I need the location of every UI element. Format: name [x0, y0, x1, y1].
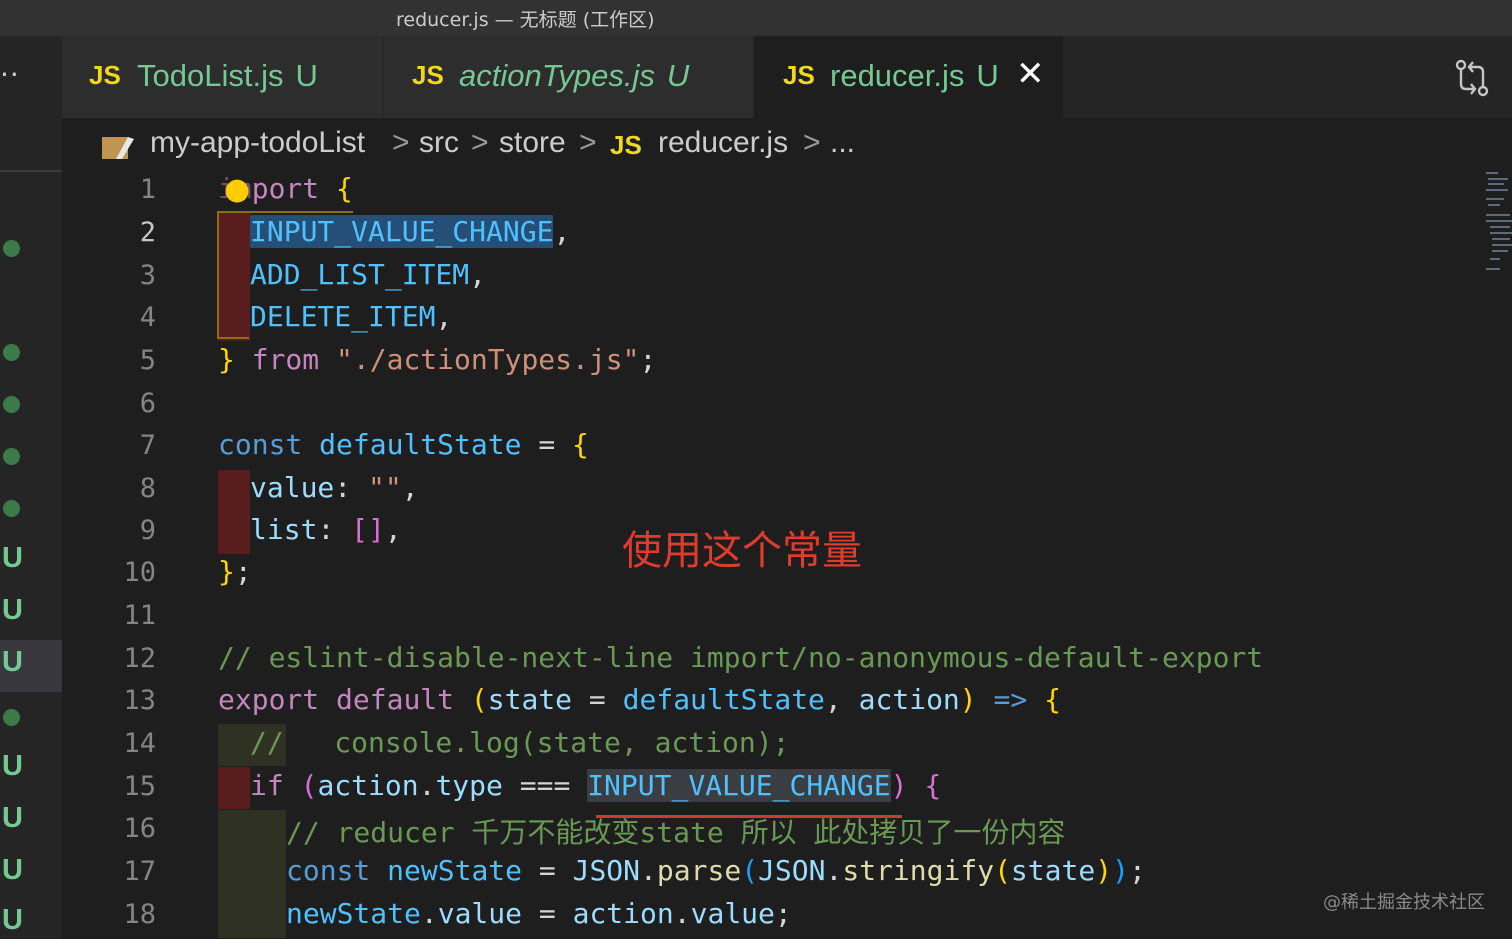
line-number: 12: [123, 643, 156, 674]
window-title: reducer.js — 无标题 (工作区): [396, 9, 655, 31]
modified-dot-icon: [3, 344, 20, 361]
modified-dot-icon: [3, 240, 20, 257]
code-line[interactable]: newState.value = action.value;: [286, 897, 792, 939]
code-line[interactable]: // console.log(state, action);: [250, 726, 789, 768]
close-icon[interactable]: ✕: [1016, 54, 1045, 94]
tab-label: reducer.js: [830, 58, 965, 93]
untracked-badge: U: [295, 58, 318, 93]
modified-dot-icon: [3, 448, 20, 465]
title-bar: reducer.js — 无标题 (工作区): [0, 0, 1512, 36]
folder-icon: [102, 137, 134, 159]
chevron-right-icon: >: [579, 126, 597, 159]
untracked-badge: U: [2, 646, 23, 678]
breadcrumb-item[interactable]: store: [499, 126, 566, 160]
untracked-badge: U: [2, 904, 23, 936]
divider: [0, 170, 62, 172]
js-file-icon: JS: [610, 130, 642, 160]
js-file-icon: JS: [89, 60, 121, 90]
untracked-badge: U: [2, 854, 23, 886]
diff-bar: [218, 767, 250, 809]
explorer-status-strip: U U U U U U U: [0, 118, 62, 938]
code-line[interactable]: const newState = JSON.parse(JSON.stringi…: [286, 854, 1146, 896]
untracked-badge: U: [2, 802, 23, 834]
chevron-right-icon: >: [803, 126, 821, 159]
line-number: 16: [123, 813, 156, 844]
chevron-right-icon: >: [471, 126, 489, 159]
untracked-badge: U: [666, 58, 690, 93]
annotation-text: 使用这个常量: [622, 528, 862, 574]
modified-dot-icon: [3, 396, 20, 413]
tab-actiontypes[interactable]: JS actionTypes.js U: [384, 36, 754, 118]
tab-reducer[interactable]: JS reducer.js U ✕: [754, 36, 1064, 118]
line-number: 9: [139, 515, 156, 546]
open-changes-icon[interactable]: [1452, 58, 1492, 98]
js-file-icon: JS: [412, 60, 444, 90]
line-number: 8: [139, 473, 156, 504]
untracked-badge: U: [2, 594, 23, 626]
modified-dot-icon: [3, 709, 20, 726]
untracked-badge: U: [2, 542, 23, 574]
line-number: 4: [139, 302, 156, 333]
line-number: 17: [123, 856, 156, 887]
line-number: 10: [123, 557, 156, 588]
line-number: 1: [139, 174, 156, 205]
breadcrumb-item[interactable]: my-app-todoList: [150, 126, 365, 160]
tab-label: actionTypes.js: [459, 58, 655, 93]
code-line[interactable]: INPUT_VALUE_CHANGE,: [250, 215, 570, 257]
untracked-badge: U: [2, 750, 23, 782]
untracked-badge: U: [976, 58, 999, 93]
minimap[interactable]: [1484, 168, 1512, 278]
line-number: 11: [123, 600, 156, 631]
code-line[interactable]: // eslint-disable-next-line import/no-an…: [218, 641, 1263, 683]
chevron-right-icon: >: [392, 126, 410, 159]
js-file-icon: JS: [783, 60, 815, 90]
breadcrumb-item[interactable]: src: [419, 126, 459, 160]
code-line[interactable]: ADD_LIST_ITEM,: [250, 258, 486, 300]
line-number: 5: [139, 345, 156, 376]
line-number: 2: [139, 217, 156, 248]
more-actions-icon[interactable]: ··: [0, 58, 20, 91]
code-line[interactable]: DELETE_ITEM,: [250, 300, 452, 342]
code-line[interactable]: };: [218, 555, 252, 597]
lightbulb-icon[interactable]: ●: [224, 172, 250, 207]
modified-dot-icon: [3, 500, 20, 517]
line-number: 6: [139, 388, 156, 419]
line-number: 3: [139, 260, 156, 291]
code-line[interactable]: export default (state = defaultState, ac…: [218, 683, 1061, 725]
diff-bar: [218, 470, 250, 554]
watermark: @稀土掘金技术社区: [1323, 892, 1485, 913]
code-line[interactable]: if (action.type === INPUT_VALUE_CHANGE) …: [250, 769, 941, 811]
code-line[interactable]: } from "./actionTypes.js";: [218, 343, 656, 385]
tab-label: TodoList.js: [137, 58, 284, 93]
code-line[interactable]: list: [],: [250, 513, 402, 555]
line-number: 13: [123, 685, 156, 716]
code-line[interactable]: value: "",: [250, 471, 419, 513]
line-number: 14: [123, 728, 156, 759]
tab-todolist[interactable]: JS TodoList.js U: [62, 36, 384, 118]
breadcrumb-item[interactable]: reducer.js: [658, 126, 788, 160]
line-number: 18: [123, 899, 156, 930]
code-line[interactable]: const defaultState = {: [218, 428, 589, 470]
line-number: 7: [139, 430, 156, 461]
indent-guide: [218, 810, 286, 938]
code-line[interactable]: // reducer 千万不能改变state 所以 此处拷贝了一份内容: [286, 811, 1065, 853]
bracket-scope-outline: [217, 211, 249, 339]
line-number: 15: [123, 771, 156, 802]
breadcrumb-item[interactable]: ...: [830, 126, 855, 160]
